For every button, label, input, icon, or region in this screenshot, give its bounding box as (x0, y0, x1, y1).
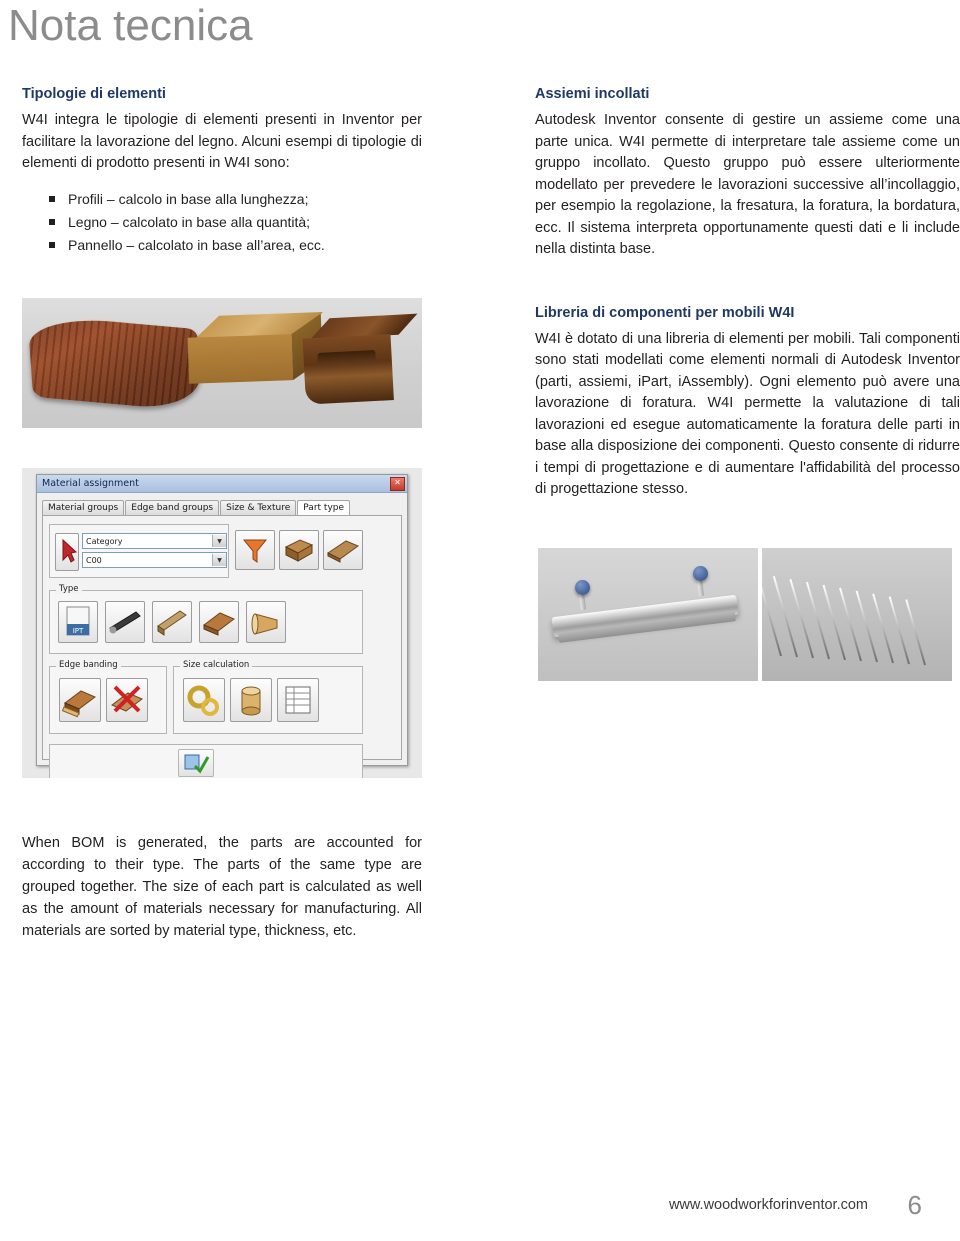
apply-check-icon (184, 754, 210, 774)
list-item: Pannello – calcolato in base all’area, e… (22, 234, 422, 257)
edge-banding-group-label: Edge banding (56, 660, 121, 670)
assiemi-incollati-title: Assiemi incollati (535, 86, 650, 102)
profile-type-button[interactable] (105, 601, 145, 643)
document-page: Nota tecnica Tipologie di elementi W4I i… (0, 0, 960, 1241)
figure-wood-samples (22, 298, 422, 428)
left-section-paragraph: W4I integra le tipologie di elementi pre… (22, 112, 422, 171)
profile-bar-icon (109, 611, 141, 634)
cylinder-icon (241, 686, 261, 716)
size-calculation-group-label: Size calculation (180, 660, 253, 670)
size-calculation-group: Size calculation (173, 660, 363, 734)
wood-block-icon (284, 539, 314, 562)
lathe-part-icon (251, 613, 278, 635)
bottom-paragraph: When BOM is generated, the parts are acc… (22, 835, 422, 939)
code-combo[interactable]: C00 ▼ (82, 552, 227, 568)
edge-banding-group: Edge banding (49, 660, 167, 734)
tab-edge-band-groups[interactable]: Edge band groups (125, 500, 220, 515)
material-assignment-window: Material assignment ✕ Material groups Ed… (36, 474, 408, 778)
tipologie-bullet-list: Profili – calcolo in base alla lunghezza… (22, 188, 422, 257)
beam-front-face (187, 334, 294, 384)
edge-band-delete-icon (111, 685, 143, 713)
right-column: Assiemi incollati Autodesk Inventor cons… (535, 84, 960, 501)
figure-material-assignment-dialog: Material assignment ✕ Material groups Ed… (22, 468, 422, 778)
ipt-part-button[interactable]: IPT (58, 601, 98, 643)
size-gears-button[interactable] (183, 678, 225, 722)
left-column: Tipologie di elementi W4I integra le tip… (22, 84, 422, 257)
remove-edge-band-button[interactable] (106, 678, 148, 722)
category-combo[interactable]: Category ▼ (82, 533, 227, 549)
material-sample-button[interactable] (279, 530, 319, 570)
table-icon (285, 686, 311, 714)
rail-knob-left (575, 580, 590, 595)
rod (762, 573, 782, 657)
chevron-down-icon[interactable]: ▼ (212, 554, 226, 566)
volume-calc-button[interactable] (230, 678, 272, 722)
dialog-tabstrip: Material groups Edge band groups Size & … (37, 493, 407, 516)
profile-groove (317, 349, 377, 369)
gears-icon (187, 685, 219, 716)
libreria-componenti-text: W4I è dotato di una libreria di elementi… (535, 330, 960, 498)
ipt-file-icon: IPT (66, 606, 90, 636)
type-group: Type IPT (49, 584, 363, 654)
type-group-label: Type (56, 584, 82, 594)
close-icon[interactable]: ✕ (390, 476, 405, 491)
tab-size-texture[interactable]: Size & Texture (220, 500, 297, 515)
rod (905, 599, 926, 666)
footer-page-number: 6 (907, 1190, 922, 1220)
category-combo-value: Category (86, 536, 123, 546)
category-group: Category ▼ C00 ▼ (49, 524, 229, 578)
rail-knob-right (693, 566, 708, 581)
profile-front-face (302, 334, 394, 405)
page-footer: www.woodworkforinventor.com 6 (0, 1185, 960, 1220)
turned-part-button[interactable] (246, 601, 286, 643)
list-item: Legno – calcolato in base alla quantità; (22, 211, 422, 234)
filter-button[interactable] (235, 530, 275, 570)
left-section-title: Tipologie di elementi (22, 86, 166, 102)
libreria-componenti-title: Libreria di componenti per mobili W4I (535, 304, 795, 321)
dialog-titlebar: Material assignment ✕ (37, 475, 407, 493)
svg-text:IPT: IPT (73, 627, 84, 635)
panel-icon (327, 540, 360, 563)
edge-band-icon (61, 690, 96, 718)
panel-type-button[interactable] (199, 601, 239, 643)
footer-url[interactable]: www.woodworkforinventor.com (669, 1197, 868, 1213)
page-title: Nota tecnica (8, 1, 253, 50)
dialog-title-label: Material assignment (42, 478, 139, 489)
dialog-content: Category ▼ C00 ▼ Type IPT Edge banding S… (42, 515, 402, 778)
code-combo-value: C00 (86, 555, 102, 565)
size-table-button[interactable] (277, 678, 319, 722)
cursor-icon-button[interactable] (55, 533, 79, 571)
chevron-down-icon[interactable]: ▼ (212, 535, 226, 547)
list-item: Profili – calcolo in base alla lunghezza… (22, 188, 422, 211)
apply-edge-band-button[interactable] (59, 678, 101, 722)
wood-profile-render (302, 313, 422, 414)
figure-rail-render (538, 548, 758, 681)
board-icon (203, 612, 235, 636)
figure-rod-array-render (762, 548, 952, 681)
apply-button[interactable] (178, 749, 214, 777)
panel-preview-button[interactable] (323, 530, 363, 570)
beam-type-button[interactable] (152, 601, 192, 643)
cursor-icon (62, 538, 78, 563)
confirm-bar (49, 744, 363, 778)
assiemi-incollati-text: Autodesk Inventor consente di gestire un… (535, 112, 960, 257)
tab-part-type[interactable]: Part type (297, 500, 351, 516)
funnel-icon (242, 539, 268, 563)
curved-panel-render (27, 314, 203, 412)
tab-material-groups[interactable]: Material groups (42, 500, 125, 515)
beam-icon (157, 610, 187, 636)
